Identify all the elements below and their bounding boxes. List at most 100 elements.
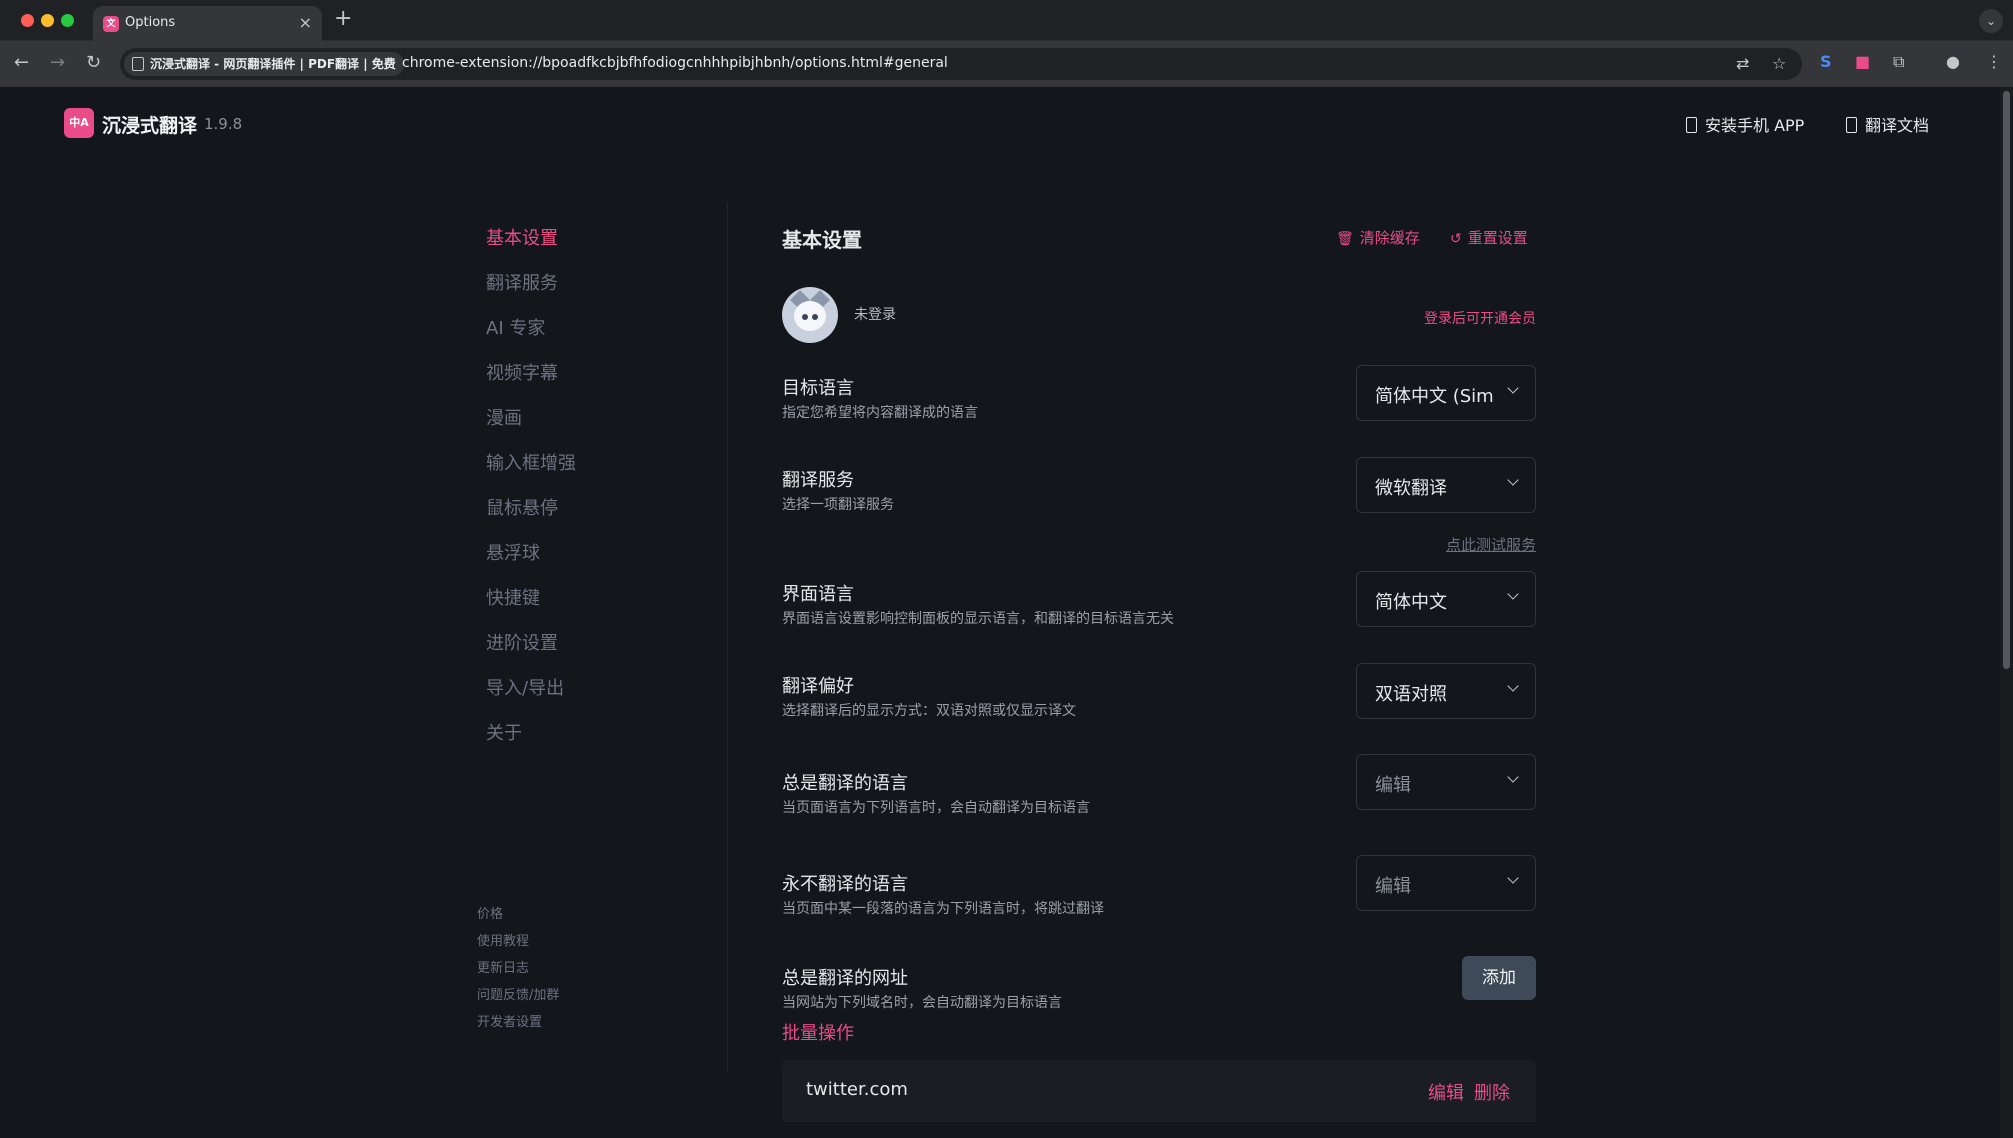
url-text[interactable]: chrome-extension://bpoadfkcbjbfhfodiogcn… xyxy=(402,55,948,71)
scrollbar-thumb[interactable] xyxy=(2003,91,2010,669)
sidebar-item-services[interactable]: 翻译服务 xyxy=(486,269,558,295)
clear-cache-button[interactable]: 🗑 清除缓存 xyxy=(1336,227,1420,248)
sidebar-item-mouse-hover[interactable]: 鼠标悬停 xyxy=(486,494,558,520)
select-value: 微软翻译 xyxy=(1375,478,1447,499)
chevron-down-icon xyxy=(1507,588,1519,600)
translation-preference-select[interactable]: 双语对照 xyxy=(1356,663,1536,719)
extensions-puzzle-icon[interactable]: ⧉ xyxy=(1893,52,1904,72)
bookmark-star-icon[interactable]: ☆ xyxy=(1772,54,1786,73)
reload-icon[interactable]: ↻ xyxy=(86,52,101,73)
sidebar-item-ai-expert[interactable]: AI 专家 xyxy=(486,314,545,340)
chevron-down-icon xyxy=(1507,680,1519,692)
close-tab-icon[interactable]: × xyxy=(299,13,312,32)
user-avatar[interactable] xyxy=(782,287,838,343)
ui-language-select[interactable]: 简体中文 xyxy=(1356,571,1536,627)
trash-icon: 🗑 xyxy=(1336,231,1354,247)
setting-label: 界面语言 xyxy=(782,584,854,605)
setting-description: 当页面中某一段落的语言为下列语言时，将跳过翻译 xyxy=(782,901,1104,917)
forward-arrow-icon[interactable]: → xyxy=(50,52,65,73)
reset-icon: ↺ xyxy=(1450,231,1462,247)
chevron-down-icon xyxy=(1507,474,1519,486)
install-app-label: 安装手机 APP xyxy=(1705,116,1805,135)
chevron-down-icon xyxy=(1507,382,1519,394)
chevron-down-icon xyxy=(1507,771,1519,783)
app-version: 1.9.8 xyxy=(204,115,243,133)
sidebar-item-import-export[interactable]: 导入/导出 xyxy=(486,674,564,700)
add-url-button[interactable]: 添加 xyxy=(1462,956,1536,1000)
setting-label: 总是翻译的网址 xyxy=(782,968,908,989)
sidebar-item-basic[interactable]: 基本设置 xyxy=(486,224,558,250)
s-extension-icon[interactable]: S xyxy=(1820,52,1832,71)
sidebar-item-advanced[interactable]: 进阶设置 xyxy=(486,629,558,655)
maximize-window-button[interactable] xyxy=(61,14,74,27)
sidebar-item-input-box[interactable]: 输入框增强 xyxy=(486,449,576,475)
page-title: 基本设置 xyxy=(782,228,862,252)
phone-icon xyxy=(1686,117,1697,133)
login-membership-link[interactable]: 登录后可开通会员 xyxy=(1424,308,1536,328)
chevron-down-icon xyxy=(1507,872,1519,884)
translation-service-select[interactable]: 微软翻译 xyxy=(1356,457,1536,513)
always-translate-languages-select[interactable]: 编辑 xyxy=(1356,754,1536,810)
setting-description: 指定您希望将内容翻译成的语言 xyxy=(782,405,978,421)
browser-toolbar: ← → ↻ 沉浸式翻译 - 网页翻译插件 | PDF翻译 | 免费 chrome… xyxy=(0,41,2013,87)
setting-description: 当网站为下列域名时，会自动翻译为目标语言 xyxy=(782,995,1062,1011)
setting-label: 永不翻译的语言 xyxy=(782,874,908,895)
never-translate-languages-select[interactable]: 编辑 xyxy=(1356,855,1536,911)
app-logo-icon: 中A xyxy=(64,108,94,138)
footer-link-developer[interactable]: 开发者设置 xyxy=(477,1011,542,1030)
docs-label: 翻译文档 xyxy=(1865,116,1930,135)
footer-link-tutorial[interactable]: 使用教程 xyxy=(477,930,529,949)
options-page: 中A 沉浸式翻译 1.9.8 安装手机 APP 翻译文档 基本设置 翻译服务 A… xyxy=(0,87,2000,1138)
test-service-link[interactable]: 点此测试服务 xyxy=(1446,534,1536,555)
back-arrow-icon[interactable]: ← xyxy=(14,52,29,73)
sidebar-item-manga[interactable]: 漫画 xyxy=(486,404,522,430)
translate-page-icon[interactable]: ⇄ xyxy=(1736,54,1749,73)
url-list-item: twitter.com 编辑 删除 xyxy=(782,1060,1536,1122)
site-chip-label: 沉浸式翻译 - 网页翻译插件 | PDF翻译 | 免费 xyxy=(150,57,396,71)
address-bar[interactable]: 沉浸式翻译 - 网页翻译插件 | PDF翻译 | 免费 chrome-exten… xyxy=(120,48,1802,80)
reset-settings-button[interactable]: ↺ 重置设置 xyxy=(1450,227,1528,248)
setting-description: 选择一项翻译服务 xyxy=(782,497,894,513)
setting-label: 总是翻译的语言 xyxy=(782,773,908,794)
site-info-chip[interactable]: 沉浸式翻译 - 网页翻译插件 | PDF翻译 | 免费 xyxy=(124,52,404,76)
new-tab-button[interactable]: + xyxy=(334,6,352,31)
immersive-translate-extension-icon[interactable]: ■ xyxy=(1855,52,1870,71)
minimize-window-button[interactable] xyxy=(41,14,54,27)
extension-page-icon xyxy=(132,57,144,71)
footer-link-changelog[interactable]: 更新日志 xyxy=(477,957,529,976)
login-status: 未登录 xyxy=(854,307,896,323)
sidebar-item-about[interactable]: 关于 xyxy=(486,719,522,745)
setting-label: 翻译偏好 xyxy=(782,676,854,697)
profile-avatar-icon[interactable]: ● xyxy=(1946,52,1960,71)
select-value: 简体中文 (Simp xyxy=(1375,386,1493,407)
tab-title: Options xyxy=(125,15,176,30)
select-value: 简体中文 xyxy=(1375,592,1447,613)
select-value: 编辑 xyxy=(1375,775,1411,796)
setting-label: 翻译服务 xyxy=(782,470,854,491)
browser-tab[interactable]: 文 Options × xyxy=(93,6,322,41)
footer-link-feedback[interactable]: 问题反馈/加群 xyxy=(477,984,559,1003)
close-window-button[interactable] xyxy=(21,14,34,27)
extension-favicon-icon: 文 xyxy=(103,16,119,32)
batch-operation-link[interactable]: 批量操作 xyxy=(782,1019,854,1045)
browser-titlebar: 文 Options × + ⌄ xyxy=(0,0,2013,41)
install-app-link[interactable]: 安装手机 APP xyxy=(1686,112,1804,136)
docs-link[interactable]: 翻译文档 xyxy=(1846,112,1929,136)
footer-link-pricing[interactable]: 价格 xyxy=(477,903,503,922)
setting-label: 目标语言 xyxy=(782,378,854,399)
edit-url-button[interactable]: 编辑 xyxy=(1428,1079,1464,1105)
setting-description: 选择翻译后的显示方式：双语对照或仅显示译文 xyxy=(782,703,1076,719)
sidebar-item-shortcuts[interactable]: 快捷键 xyxy=(486,584,540,610)
app-name: 沉浸式翻译 xyxy=(102,115,198,137)
sidebar-divider xyxy=(727,202,728,1072)
setting-description: 界面语言设置影响控制面板的显示语言，和翻译的目标语言无关 xyxy=(782,611,1174,627)
document-icon xyxy=(1846,117,1857,133)
browser-menu-icon[interactable]: ⋮ xyxy=(1986,52,2002,71)
sidebar-item-float-ball[interactable]: 悬浮球 xyxy=(486,539,540,565)
sidebar-item-subtitles[interactable]: 视频字幕 xyxy=(486,359,558,385)
tab-search-chevron-icon[interactable]: ⌄ xyxy=(1979,9,2003,33)
delete-url-button[interactable]: 删除 xyxy=(1474,1079,1510,1105)
url-domain: twitter.com xyxy=(806,1079,908,1100)
page-scrollbar[interactable] xyxy=(2000,87,2013,1138)
target-language-select[interactable]: 简体中文 (Simp xyxy=(1356,365,1536,421)
